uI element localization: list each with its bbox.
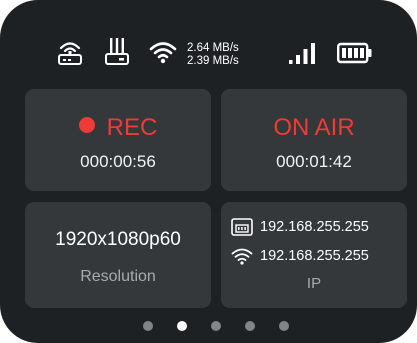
on-air-label: ON AIR — [273, 114, 355, 141]
signal-icon — [287, 40, 319, 66]
wifi-icon — [149, 40, 177, 64]
rec-label: REC — [106, 114, 158, 141]
page-dot-4[interactable] — [245, 321, 255, 331]
router-icon — [57, 38, 83, 66]
page-dot-3[interactable] — [211, 321, 221, 331]
page-indicator — [0, 321, 417, 331]
rec-tile[interactable]: REC 000:00:56 — [25, 89, 211, 191]
network-speed: 2.64 MB/s 2.39 MB/s — [187, 42, 239, 68]
ethernet-port-icon — [231, 218, 253, 236]
wifi-small-icon — [231, 247, 253, 265]
resolution-label: Resolution — [80, 268, 156, 285]
page-dot-2[interactable] — [177, 321, 187, 331]
download-speed: 2.39 MB/s — [187, 55, 239, 67]
ip-label: IP — [306, 275, 322, 292]
on-air-timer: 000:01:42 — [276, 152, 352, 171]
battery-icon — [337, 42, 373, 64]
page-dot-1[interactable] — [143, 321, 153, 331]
resolution-value: 1920x1080p60 — [55, 229, 181, 250]
record-dot-icon — [78, 117, 95, 133]
resolution-tile[interactable]: 1920x1080p60 Resolution — [25, 202, 211, 308]
rec-status: REC — [25, 114, 211, 142]
ip-tile[interactable]: 192.168.255.255 192.168.255.255 IP — [221, 202, 407, 308]
wifi-ip: 192.168.255.255 — [260, 248, 369, 264]
device-screen: 2.64 MB/s 2.39 MB/s REC 000:00:56 ON AIR… — [0, 0, 417, 343]
ethernet-icon — [104, 37, 130, 67]
rec-timer: 000:00:56 — [80, 152, 156, 171]
on-air-tile[interactable]: ON AIR 000:01:42 — [221, 89, 407, 191]
status-bar: 2.64 MB/s 2.39 MB/s — [0, 0, 417, 82]
page-dot-5[interactable] — [279, 321, 289, 331]
upload-speed: 2.64 MB/s — [187, 42, 239, 54]
ethernet-ip: 192.168.255.255 — [260, 219, 369, 235]
